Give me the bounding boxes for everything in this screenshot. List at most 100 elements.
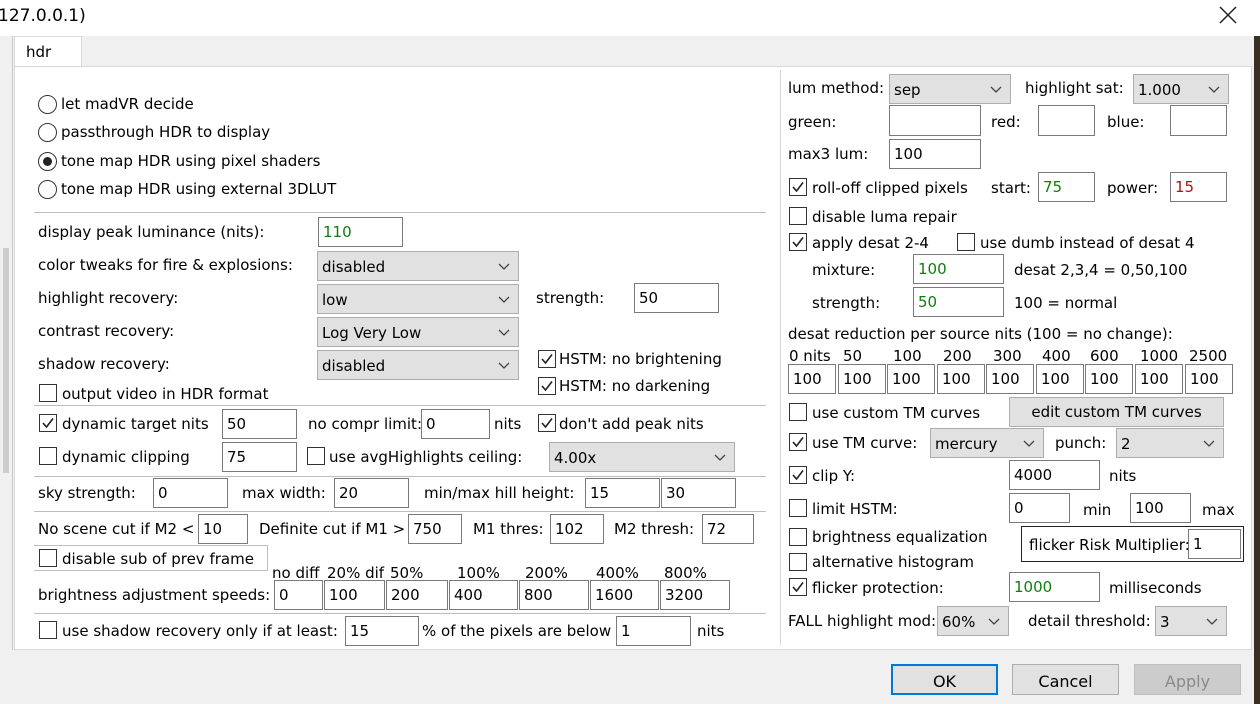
- hstm-no-brightening-checkbox[interactable]: [538, 350, 556, 368]
- mode-radio-3dlut[interactable]: [38, 180, 57, 199]
- contrast-recovery-select[interactable]: Log Very Low: [317, 317, 519, 347]
- brightness-eq-label: brightness equalization: [812, 528, 988, 546]
- apply-desat-checkbox[interactable]: [789, 233, 807, 251]
- mixture-note: desat 2,3,4 = 0,50,100: [1014, 261, 1188, 279]
- shadow-only-checkbox[interactable]: [39, 621, 57, 639]
- clip-y-label: clip Y:: [812, 467, 856, 485]
- avg-highlights-select[interactable]: 4.00x: [549, 442, 735, 472]
- clip-y-input[interactable]: 4000: [1009, 460, 1100, 490]
- hill-min-input[interactable]: 15: [585, 478, 660, 508]
- max-width-input[interactable]: 20: [334, 478, 409, 508]
- clip-y-unit: nits: [1109, 467, 1137, 485]
- speed-input-3[interactable]: 400: [449, 580, 518, 610]
- speed-input-5[interactable]: 1600: [590, 580, 659, 610]
- speed-input-2[interactable]: 200: [386, 580, 448, 610]
- apply-button[interactable]: Apply: [1134, 664, 1241, 695]
- disable-luma-checkbox[interactable]: [789, 207, 807, 225]
- mode-radio-madvr[interactable]: [38, 95, 57, 114]
- nits-input-5[interactable]: 100: [1036, 364, 1084, 394]
- dumb-desat-checkbox[interactable]: [957, 233, 975, 251]
- hill-max-input[interactable]: 30: [661, 478, 736, 508]
- speed-input-4[interactable]: 800: [519, 580, 589, 610]
- no-scene-cut-input[interactable]: 10: [198, 514, 248, 544]
- shadow-recovery-select[interactable]: disabled: [317, 350, 519, 380]
- dynamic-target-checkbox[interactable]: [39, 414, 57, 432]
- flicker-risk-input[interactable]: 1: [1188, 529, 1241, 559]
- strength-input[interactable]: 50: [634, 283, 719, 313]
- speed-input-1[interactable]: 100: [324, 580, 385, 610]
- nits-input-1[interactable]: 100: [838, 364, 886, 394]
- nits-header-8: 2500: [1189, 347, 1228, 365]
- dynamic-clipping-checkbox[interactable]: [39, 447, 57, 465]
- highlight-sat-select[interactable]: 1.000: [1133, 74, 1229, 104]
- avg-highlights-checkbox[interactable]: [307, 447, 325, 465]
- definite-cut-input[interactable]: 750: [408, 514, 462, 544]
- flicker-protection-checkbox[interactable]: [789, 578, 807, 596]
- desat-strength-input[interactable]: 50: [913, 287, 1004, 317]
- tm-curve-checkbox[interactable]: [789, 433, 807, 451]
- mode-radio-pixel-shaders[interactable]: [38, 152, 57, 171]
- rolloff-checkbox[interactable]: [789, 178, 807, 196]
- sky-strength-label: sky strength:: [38, 484, 136, 502]
- tab-hdr[interactable]: hdr: [14, 36, 82, 67]
- no-compr-input[interactable]: 0: [421, 409, 490, 439]
- highlight-recovery-select[interactable]: low: [317, 284, 519, 314]
- mode-radio-passthrough[interactable]: [38, 123, 57, 142]
- brightness-eq-checkbox[interactable]: [789, 528, 807, 546]
- chevron-down-icon: [714, 454, 726, 461]
- nits-input-4[interactable]: 100: [986, 364, 1034, 394]
- sky-strength-input[interactable]: 0: [153, 478, 228, 508]
- limit-max-input[interactable]: 100: [1130, 493, 1191, 523]
- red-input[interactable]: [1038, 105, 1095, 136]
- start-input[interactable]: 75: [1038, 172, 1095, 202]
- edit-custom-tm-button[interactable]: edit custom TM curves: [1009, 397, 1224, 427]
- no-compr-label: no compr limit:: [308, 415, 422, 433]
- nits-input-6[interactable]: 100: [1085, 364, 1133, 394]
- detail-threshold-select[interactable]: 3: [1155, 606, 1227, 636]
- fall-select[interactable]: 60%: [937, 606, 1009, 636]
- speed-input-0[interactable]: 0: [274, 580, 323, 610]
- nits-input-8[interactable]: 100: [1185, 364, 1233, 394]
- green-input[interactable]: [889, 105, 981, 136]
- custom-tm-checkbox[interactable]: [789, 403, 807, 421]
- nits-input-3[interactable]: 100: [937, 364, 985, 394]
- hill-height-label: min/max hill height:: [424, 484, 575, 502]
- punch-select[interactable]: 2: [1116, 428, 1224, 458]
- dont-add-peak-checkbox[interactable]: [538, 414, 556, 432]
- desat-reduction-label: desat reduction per source nits (100 = n…: [788, 325, 1173, 343]
- scrollbar-thumb[interactable]: [3, 248, 9, 473]
- mixture-input[interactable]: 100: [913, 254, 1004, 284]
- close-icon[interactable]: [1219, 6, 1237, 28]
- hstm-no-darkening-checkbox[interactable]: [538, 377, 556, 395]
- pixels-below-label: % of the pixels are below: [422, 622, 612, 640]
- shadow-only-input[interactable]: 15: [345, 616, 419, 646]
- limit-min-input[interactable]: 0: [1009, 493, 1070, 523]
- mode-label-pixel-shaders: tone map HDR using pixel shaders: [61, 152, 321, 170]
- lum-method-select[interactable]: sep: [889, 74, 1011, 104]
- dynamic-clipping-input[interactable]: 75: [222, 442, 297, 472]
- cancel-button[interactable]: Cancel: [1012, 664, 1119, 695]
- speed-input-6[interactable]: 3200: [660, 580, 730, 610]
- blue-input[interactable]: [1170, 105, 1227, 136]
- nits-input-0[interactable]: 100: [788, 364, 836, 394]
- max3-input[interactable]: 100: [889, 139, 981, 169]
- ok-button[interactable]: OK: [891, 664, 998, 695]
- color-tweaks-select[interactable]: disabled: [317, 251, 519, 281]
- alt-histogram-checkbox[interactable]: [789, 553, 807, 571]
- m1-thres-input[interactable]: 102: [550, 514, 604, 544]
- flicker-protection-input[interactable]: 1000: [1009, 572, 1100, 602]
- nits-input-2[interactable]: 100: [887, 364, 935, 394]
- disable-sub-checkbox[interactable]: [39, 549, 57, 567]
- m2-thresh-input[interactable]: 72: [702, 514, 754, 544]
- power-input[interactable]: 15: [1170, 172, 1227, 202]
- limit-hstm-checkbox[interactable]: [789, 499, 807, 517]
- nits-input-7[interactable]: 100: [1135, 364, 1183, 394]
- nits-header-5: 400: [1042, 347, 1071, 365]
- dynamic-target-input[interactable]: 50: [222, 409, 297, 439]
- output-hdr-checkbox[interactable]: [39, 384, 57, 402]
- display-peak-input[interactable]: 110: [318, 217, 403, 247]
- highlight-sat-label: highlight sat:: [1025, 79, 1124, 97]
- pixels-below-input[interactable]: 1: [616, 616, 691, 646]
- clip-y-checkbox[interactable]: [789, 466, 807, 484]
- tm-curve-select[interactable]: mercury: [930, 428, 1044, 458]
